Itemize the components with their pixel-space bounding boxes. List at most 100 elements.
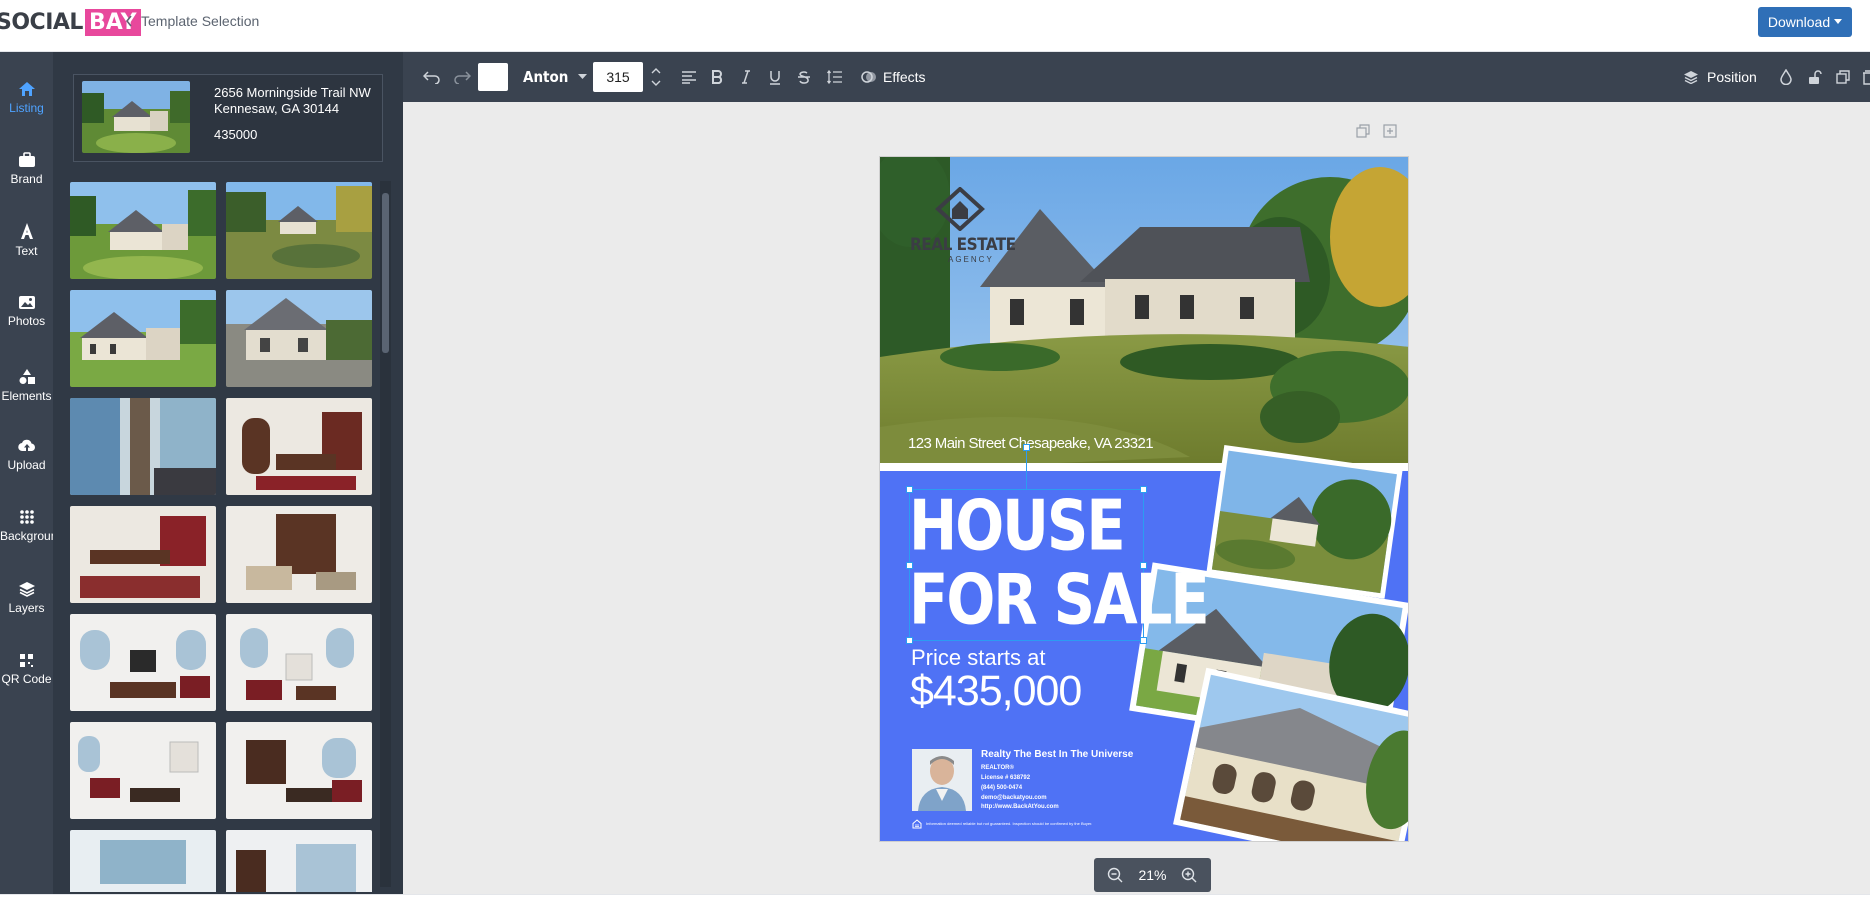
download-button[interactable]: Download	[1758, 7, 1852, 37]
zoom-control: 21%	[1094, 858, 1211, 892]
font-family-value: Anton	[523, 68, 569, 86]
duplicate-icon	[1836, 70, 1850, 84]
agent-website[interactable]: http://www.BackAtYou.com	[981, 804, 1059, 810]
duplicate-page-icon	[1356, 124, 1370, 138]
align-button[interactable]	[681, 52, 697, 102]
photo-thumbnail[interactable]	[226, 830, 372, 892]
agent-title[interactable]: REALTOR®	[981, 765, 1014, 771]
text-color-picker[interactable]	[478, 52, 508, 102]
flyer-canvas[interactable]: REAL ESTATE AGENCY 123 Main Street Chesa…	[879, 156, 1409, 842]
bold-button[interactable]	[711, 52, 723, 102]
agent-photo[interactable]	[912, 749, 972, 811]
price-value[interactable]: $435,000	[910, 667, 1082, 716]
nav-item-text[interactable]: Text	[0, 209, 53, 271]
photo-thumbnail[interactable]	[70, 830, 216, 892]
agent-company[interactable]: Realty The Best In The Universe	[981, 749, 1133, 760]
photo-thumbnail[interactable]	[226, 398, 372, 495]
headline-line1[interactable]: HOUSE	[909, 487, 1126, 567]
agency-logo-text[interactable]: REAL ESTATE	[910, 235, 1016, 255]
zoom-out-icon[interactable]	[1107, 867, 1123, 883]
photo-thumbnail[interactable]	[70, 290, 216, 387]
duplicate-button[interactable]	[1836, 52, 1850, 102]
nav-label-brand: Brand	[10, 172, 43, 186]
text-color-swatch	[478, 63, 508, 91]
grid-dots-icon	[19, 510, 34, 524]
underline-button[interactable]	[769, 52, 781, 102]
nav-label-photos: Photos	[7, 313, 46, 328]
undo-button[interactable]	[423, 52, 441, 102]
resize-handle-tr[interactable]	[1140, 486, 1147, 493]
home-icon	[18, 82, 35, 96]
font-size-stepper[interactable]	[651, 52, 661, 102]
effects-label: Effects	[883, 69, 926, 85]
scrollbar-thumb[interactable]	[382, 193, 389, 353]
line-spacing-button[interactable]	[827, 52, 843, 102]
redo-button[interactable]	[453, 52, 471, 102]
app-logo[interactable]: SOCIAL BAY	[0, 7, 141, 37]
photo-thumbnail[interactable]	[226, 722, 372, 819]
zoom-in-icon[interactable]	[1181, 867, 1197, 883]
font-size-field[interactable]: 315	[593, 52, 643, 102]
photos-panel: 2656 Morningside Trail NW Kennesaw, GA 3…	[53, 52, 403, 894]
photo-thumbnail[interactable]	[70, 506, 216, 603]
collage-photo-3[interactable]	[1170, 667, 1409, 842]
unlock-icon	[1809, 69, 1822, 84]
nav-label-qr-code: QR Code	[1, 671, 52, 686]
image-icon	[18, 295, 35, 309]
font-size-input[interactable]: 315	[593, 62, 643, 92]
photo-thumbnail[interactable]	[226, 290, 372, 387]
photo-thumbnail[interactable]	[70, 722, 216, 819]
strikethrough-button[interactable]	[797, 52, 811, 102]
nav-item-elements[interactable]: Elements	[0, 354, 53, 416]
nav-item-upload[interactable]: Upload	[0, 424, 53, 486]
agency-logo-subtext[interactable]: AGENCY	[948, 255, 994, 264]
agent-email[interactable]: demo@backatyou.com	[981, 795, 1047, 801]
flyer-address[interactable]: 123 Main Street Chesapeake, VA 23321	[908, 435, 1154, 452]
photo-thumbnail[interactable]	[226, 614, 372, 711]
listing-price: 435000	[214, 127, 258, 142]
disclaimer-text[interactable]: Information deemed reliable but not guar…	[926, 821, 1092, 826]
photo-thumbnail[interactable]	[70, 614, 216, 711]
droplet-icon	[1780, 69, 1792, 85]
position-button[interactable]: Position	[1683, 52, 1757, 102]
top-bar: SOCIAL BAY Template Selection Download	[0, 0, 1870, 52]
italic-button[interactable]	[741, 52, 751, 102]
template-selection-link[interactable]: Template Selection	[125, 13, 259, 29]
font-family-select[interactable]: Anton	[523, 52, 588, 102]
headline-line2[interactable]: FOR SALE	[909, 561, 1210, 641]
briefcase-icon	[18, 152, 35, 167]
photo-thumbnail[interactable]	[70, 182, 216, 279]
agent-license[interactable]: License # 638792	[981, 775, 1030, 781]
listing-address-line2: Kennesaw, GA 30144	[214, 101, 340, 116]
nav-label-listing: Listing	[9, 101, 44, 115]
nav-item-background[interactable]: Background	[0, 495, 53, 557]
listing-card[interactable]: 2656 Morningside Trail NW Kennesaw, GA 3…	[73, 74, 383, 162]
photo-panel-scrollbar[interactable]	[380, 181, 391, 887]
agent-phone[interactable]: (844) 500-0474	[981, 785, 1022, 791]
chevron-down-icon[interactable]	[651, 80, 661, 86]
photo-thumbnail[interactable]	[226, 182, 372, 279]
lock-button[interactable]	[1808, 52, 1822, 102]
photo-thumbnail[interactable]	[226, 506, 372, 603]
rotate-handle[interactable]	[1023, 444, 1030, 451]
add-page-button[interactable]	[1383, 124, 1397, 143]
nav-item-photos[interactable]: Photos	[0, 280, 53, 342]
agency-logo-icon[interactable]	[930, 187, 990, 231]
nav-item-layers[interactable]: Layers	[0, 567, 53, 629]
layers-icon	[1684, 71, 1698, 84]
effects-button[interactable]: Effects	[861, 52, 926, 102]
opacity-button[interactable]	[1780, 52, 1792, 102]
listing-address-line1: 2656 Morningside Trail NW	[214, 85, 371, 100]
italic-icon	[742, 70, 750, 84]
nav-item-brand[interactable]: Brand	[0, 138, 53, 200]
equal-housing-icon[interactable]	[912, 819, 922, 829]
logo-text-social: SOCIAL	[0, 9, 83, 35]
nav-item-listing[interactable]: Listing	[0, 67, 53, 129]
effects-icon	[861, 71, 876, 83]
download-label: Download	[1767, 14, 1831, 30]
nav-item-qr-code[interactable]: QR Code	[0, 638, 53, 700]
duplicate-page-button[interactable]	[1356, 124, 1370, 143]
delete-button[interactable]	[1862, 52, 1870, 102]
chevron-up-icon[interactable]	[651, 68, 661, 74]
photo-thumbnail[interactable]	[70, 398, 216, 495]
